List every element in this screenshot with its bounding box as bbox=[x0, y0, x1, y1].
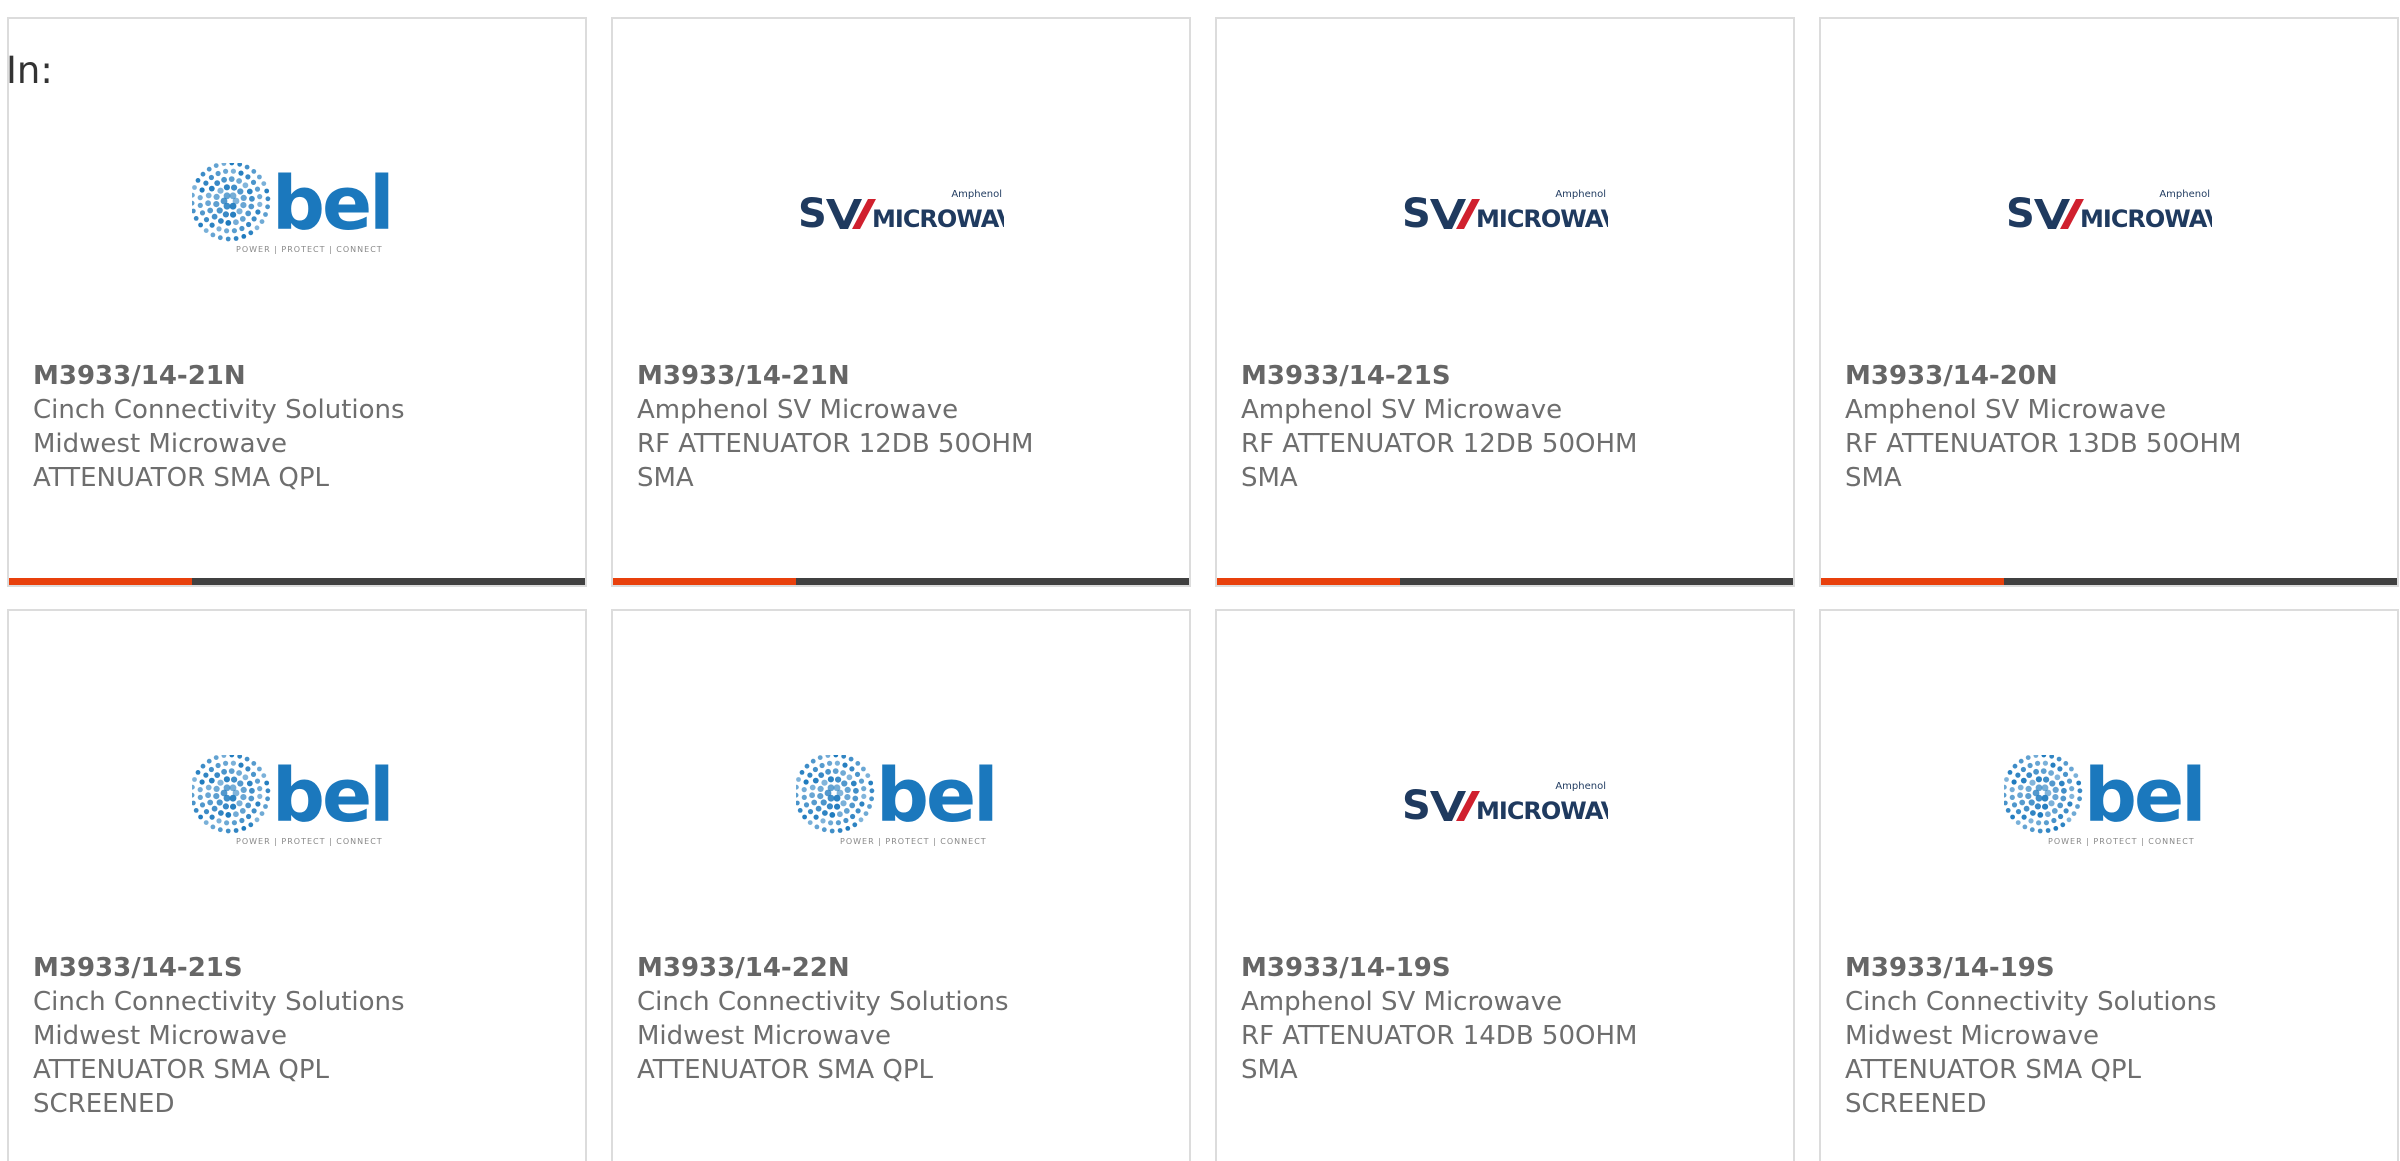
product-card[interactable]: Amphenol S MICROWAVE M3933/14-19SAmpheno… bbox=[1215, 609, 1795, 1161]
product-info: M3933/14-20N Amphenol SV Microwave RF ATTE… bbox=[1845, 359, 2387, 495]
svg-text:S: S bbox=[798, 191, 825, 231]
product-description: ATTENUATOR SMA QPL bbox=[33, 1055, 330, 1085]
manufacturer: Amphenol SV Microwave bbox=[637, 395, 959, 425]
bel-tagline: POWER | PROTECT | CONNECT bbox=[236, 837, 383, 846]
product-description: Midwest Microwave bbox=[33, 429, 287, 459]
bel-logo-icon[interactable]: bel POWER | PROTECT | CONNECT bbox=[613, 731, 1189, 871]
product-info: M3933/14-21N Amphenol SV Microwave RF ATTE… bbox=[637, 359, 1179, 495]
product-card[interactable]: Amphenol S MICROWAVE M3933/14-21SAmpheno… bbox=[1215, 17, 1795, 587]
svg-text:S: S bbox=[1402, 783, 1429, 823]
svg-text:S: S bbox=[1402, 191, 1429, 231]
bel-logo-icon[interactable]: bel POWER | PROTECT | CONNECT bbox=[9, 139, 585, 279]
product-description: Midwest Microwave bbox=[1845, 1021, 2099, 1051]
product-card[interactable]: bel POWER | PROTECT | CONNECT M3933/14-2… bbox=[7, 17, 587, 587]
product-info: M3933/14-19S Cinch Connectivity Solutions… bbox=[1845, 951, 2387, 1121]
product-description: Midwest Microwave bbox=[637, 1021, 891, 1051]
bel-wordmark: bel bbox=[272, 755, 392, 839]
sv-wordmark: MICROWAVE bbox=[1476, 797, 1608, 823]
manufacturer: Cinch Connectivity Solutions bbox=[33, 987, 405, 1017]
manufacturer: Cinch Connectivity Solutions bbox=[33, 395, 405, 425]
sv-brand: Amphenol bbox=[1555, 781, 1606, 792]
part-number[interactable]: M3933/14-20N bbox=[1845, 359, 2387, 393]
part-number[interactable]: M3933/14-19S bbox=[1241, 951, 1783, 985]
product-card[interactable]: bel POWER | PROTECT | CONNECT M3933/14-2… bbox=[7, 609, 587, 1161]
bel-tagline: POWER | PROTECT | CONNECT bbox=[236, 245, 383, 254]
card-bottom-bar bbox=[1821, 578, 2397, 585]
manufacturer: Cinch Connectivity Solutions bbox=[637, 987, 1009, 1017]
product-info: M3933/14-22N Cinch Connectivity Solutions… bbox=[637, 951, 1179, 1087]
product-results-page: In: bel POWER | PROTECT | CONNECT M3933/… bbox=[0, 0, 2400, 1161]
product-card[interactable]: Amphenol S MICROWAVE M3933/14-21NAmpheno… bbox=[611, 17, 1191, 587]
manufacturer: Cinch Connectivity Solutions bbox=[1845, 987, 2217, 1017]
sv-wordmark: MICROWAVE bbox=[2080, 205, 2212, 231]
product-description: Midwest Microwave bbox=[33, 1021, 287, 1051]
product-description: RF ATTENUATOR 12DB 50OHM bbox=[637, 429, 1034, 459]
bel-tagline: POWER | PROTECT | CONNECT bbox=[840, 837, 987, 846]
bel-tagline: POWER | PROTECT | CONNECT bbox=[2048, 837, 2195, 846]
manufacturer: Amphenol SV Microwave bbox=[1241, 395, 1563, 425]
product-description: ATTENUATOR SMA QPL bbox=[33, 463, 330, 493]
bel-logo-icon[interactable]: bel POWER | PROTECT | CONNECT bbox=[1821, 731, 2397, 871]
product-description: RF ATTENUATOR 13DB 50OHM bbox=[1845, 429, 2242, 459]
sv-microwave-logo-icon[interactable]: Amphenol S MICROWAVE bbox=[1217, 731, 1793, 871]
card-bottom-bar bbox=[613, 578, 1189, 585]
part-number[interactable]: M3933/14-19S bbox=[1845, 951, 2387, 985]
card-bottom-bar bbox=[9, 578, 585, 585]
card-accent-bar bbox=[1217, 578, 1400, 585]
product-description: RF ATTENUATOR 14DB 50OHM bbox=[1241, 1021, 1638, 1051]
filter-in-label: In: bbox=[6, 49, 53, 92]
part-number[interactable]: M3933/14-21S bbox=[33, 951, 575, 985]
sv-microwave-logo-icon[interactable]: Amphenol S MICROWAVE bbox=[1821, 139, 2397, 279]
card-accent-bar bbox=[9, 578, 192, 585]
product-description: SMA bbox=[1845, 463, 1902, 493]
sv-microwave-logo-icon[interactable]: Amphenol S MICROWAVE bbox=[1217, 139, 1793, 279]
part-number[interactable]: M3933/14-21N bbox=[33, 359, 575, 393]
bel-logo-icon[interactable]: bel POWER | PROTECT | CONNECT bbox=[9, 731, 585, 871]
product-card[interactable]: Amphenol S MICROWAVE M3933/14-20NAmpheno… bbox=[1819, 17, 2399, 587]
product-description: ATTENUATOR SMA QPL bbox=[637, 1055, 934, 1085]
card-accent-bar bbox=[1821, 578, 2004, 585]
sv-brand: Amphenol bbox=[2159, 189, 2210, 200]
product-info: M3933/14-21N Cinch Connectivity Solutions… bbox=[33, 359, 575, 495]
bel-wordmark: bel bbox=[876, 755, 996, 839]
product-description: SMA bbox=[1241, 463, 1298, 493]
product-info: M3933/14-19S Amphenol SV Microwave RF ATTE… bbox=[1241, 951, 1783, 1087]
part-number[interactable]: M3933/14-21N bbox=[637, 359, 1179, 393]
sv-brand: Amphenol bbox=[951, 189, 1002, 200]
svg-text:S: S bbox=[2006, 191, 2033, 231]
product-info: M3933/14-21S Cinch Connectivity Solutions… bbox=[33, 951, 575, 1121]
product-info: M3933/14-21S Amphenol SV Microwave RF ATTE… bbox=[1241, 359, 1783, 495]
sv-microwave-logo-icon[interactable]: Amphenol S MICROWAVE bbox=[613, 139, 1189, 279]
product-description: RF ATTENUATOR 12DB 50OHM bbox=[1241, 429, 1638, 459]
manufacturer: Amphenol SV Microwave bbox=[1845, 395, 2167, 425]
part-number[interactable]: M3933/14-21S bbox=[1241, 359, 1783, 393]
card-accent-bar bbox=[613, 578, 796, 585]
sv-wordmark: MICROWAVE bbox=[872, 205, 1004, 231]
sv-brand: Amphenol bbox=[1555, 189, 1606, 200]
product-description: SCREENED bbox=[1845, 1089, 1987, 1119]
product-description: SMA bbox=[1241, 1055, 1298, 1085]
product-card[interactable]: bel POWER | PROTECT | CONNECT M3933/14-1… bbox=[1819, 609, 2399, 1161]
product-description: ATTENUATOR SMA QPL bbox=[1845, 1055, 2142, 1085]
product-card[interactable]: bel POWER | PROTECT | CONNECT M3933/14-2… bbox=[611, 609, 1191, 1161]
sv-wordmark: MICROWAVE bbox=[1476, 205, 1608, 231]
product-grid: bel POWER | PROTECT | CONNECT M3933/14-2… bbox=[7, 17, 2399, 1161]
part-number[interactable]: M3933/14-22N bbox=[637, 951, 1179, 985]
card-bottom-bar bbox=[1217, 578, 1793, 585]
product-description: SMA bbox=[637, 463, 694, 493]
manufacturer: Amphenol SV Microwave bbox=[1241, 987, 1563, 1017]
product-description: SCREENED bbox=[33, 1089, 175, 1119]
bel-wordmark: bel bbox=[272, 163, 392, 247]
bel-wordmark: bel bbox=[2084, 755, 2204, 839]
